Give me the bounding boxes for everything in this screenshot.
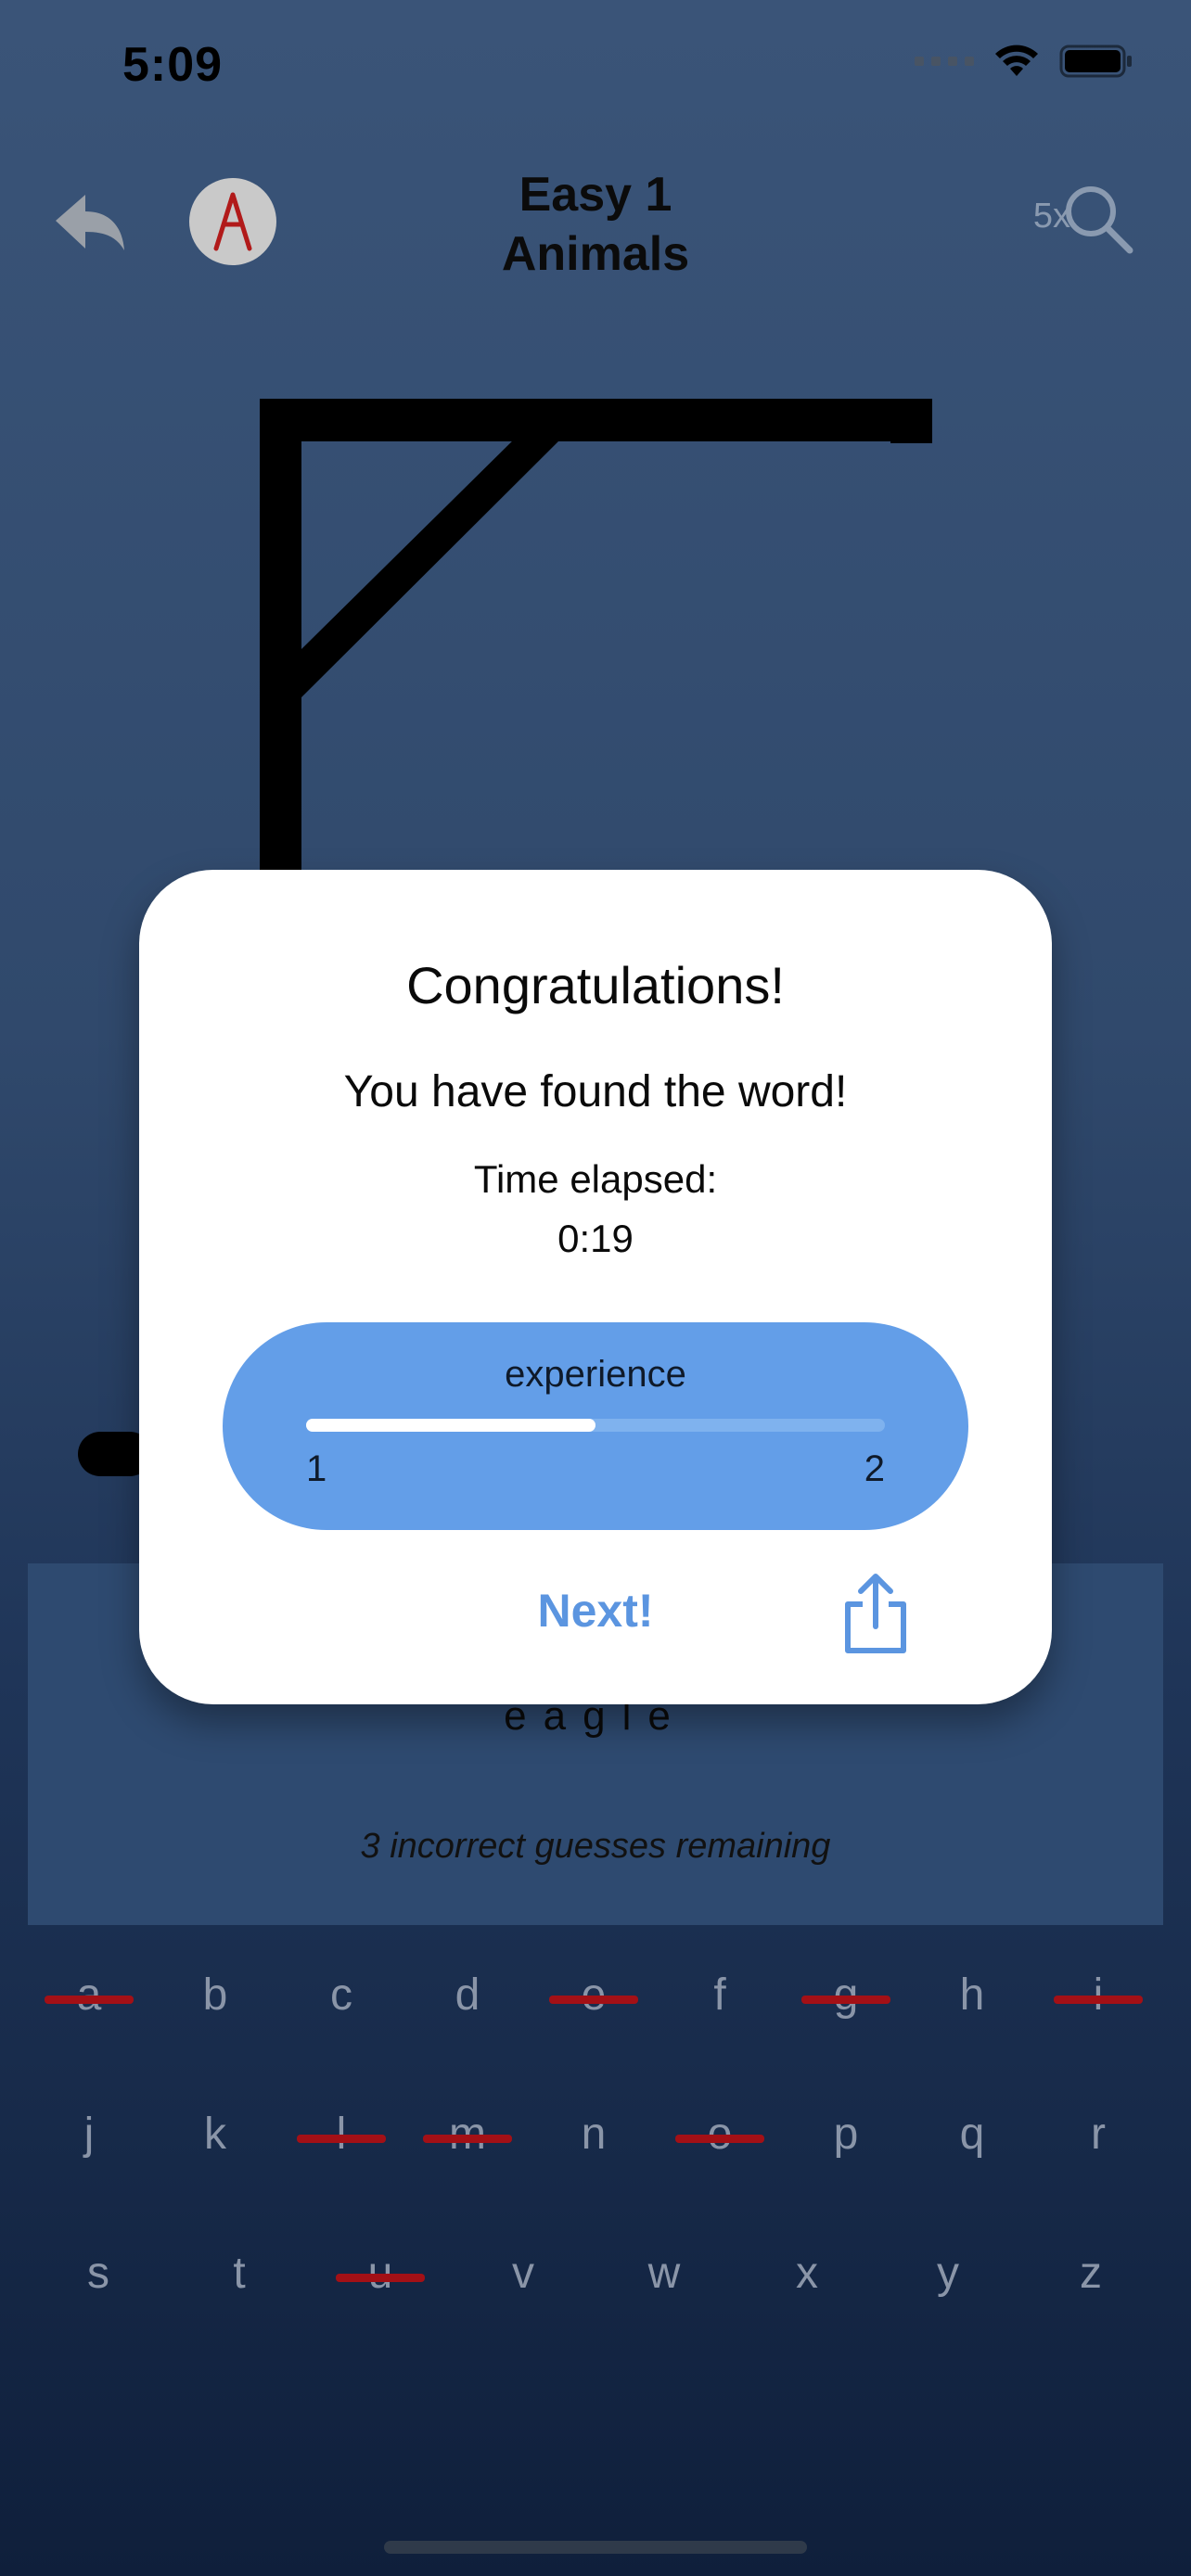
key-label: d — [455, 1970, 480, 2020]
share-icon[interactable] — [840, 1573, 911, 1656]
key-n[interactable]: n — [557, 2109, 631, 2160]
strikethrough-mark — [675, 2135, 764, 2143]
dialog-subtitle: You have found the word! — [343, 1067, 848, 1116]
strikethrough-mark — [801, 1996, 890, 2004]
time-elapsed-label: Time elapsed: — [473, 1157, 718, 1201]
key-label: v — [512, 2249, 534, 2298]
key-m[interactable]: m — [423, 2109, 512, 2160]
key-o[interactable]: o — [675, 2109, 764, 2160]
key-q[interactable]: q — [935, 2109, 1009, 2160]
key-x[interactable]: x — [770, 2248, 844, 2299]
key-w[interactable]: w — [627, 2248, 701, 2299]
key-f[interactable]: f — [683, 1970, 757, 2021]
key-e[interactable]: e — [549, 1970, 638, 2021]
key-z[interactable]: z — [1054, 2248, 1128, 2299]
strikethrough-mark — [423, 2135, 512, 2143]
key-l[interactable]: l — [297, 2109, 386, 2160]
strikethrough-mark — [45, 1996, 134, 2004]
key-label: c — [330, 1970, 352, 2020]
key-label: p — [833, 2110, 859, 2159]
experience-progress-fill — [306, 1419, 596, 1432]
dialog-title: Congratulations! — [406, 956, 785, 1014]
key-label: x — [796, 2249, 818, 2298]
key-label: r — [1091, 2110, 1106, 2159]
key-c[interactable]: c — [304, 1970, 378, 2021]
strikethrough-mark — [1054, 1996, 1143, 2004]
key-label: n — [581, 2110, 607, 2159]
key-s[interactable]: s — [61, 2248, 135, 2299]
level-from: 1 — [306, 1448, 327, 1489]
strikethrough-mark — [297, 2135, 386, 2143]
win-dialog: Congratulations! You have found the word… — [139, 870, 1052, 1704]
strikethrough-mark — [549, 1996, 638, 2004]
remaining-guesses: 3 incorrect guesses remaining — [360, 1827, 831, 1866]
key-label: w — [647, 2249, 681, 2298]
experience-label: experience — [505, 1354, 686, 1395]
key-r[interactable]: r — [1061, 2109, 1135, 2160]
key-j[interactable]: j — [52, 2109, 126, 2160]
experience-progress-track — [306, 1419, 885, 1432]
key-h[interactable]: h — [935, 1970, 1009, 2021]
key-y[interactable]: y — [911, 2248, 985, 2299]
key-label: z — [1080, 2249, 1102, 2298]
experience-card: experience 1 2 — [223, 1322, 968, 1530]
key-v[interactable]: v — [486, 2248, 560, 2299]
level-to: 2 — [864, 1448, 885, 1489]
key-label: f — [713, 1970, 726, 2020]
key-g[interactable]: g — [801, 1970, 890, 2021]
key-a[interactable]: a — [45, 1970, 134, 2021]
key-t[interactable]: t — [202, 2248, 276, 2299]
home-indicator — [384, 2541, 807, 2554]
key-label: b — [202, 1970, 228, 2020]
key-label: t — [233, 2249, 246, 2298]
time-elapsed-value: 0:19 — [557, 1217, 634, 1260]
key-d[interactable]: d — [430, 1970, 505, 2021]
key-label: k — [204, 2110, 226, 2159]
key-i[interactable]: i — [1054, 1970, 1143, 2021]
key-b[interactable]: b — [178, 1970, 252, 2021]
key-label: q — [959, 2110, 985, 2159]
key-label: j — [83, 2110, 95, 2159]
key-label: y — [937, 2249, 959, 2298]
key-p[interactable]: p — [809, 2109, 883, 2160]
key-k[interactable]: k — [178, 2109, 252, 2160]
key-label: h — [959, 1970, 985, 2020]
next-button[interactable]: Next! — [139, 1584, 1052, 1638]
key-label: s — [87, 2249, 109, 2298]
key-u[interactable]: u — [336, 2248, 425, 2299]
strikethrough-mark — [336, 2274, 425, 2282]
